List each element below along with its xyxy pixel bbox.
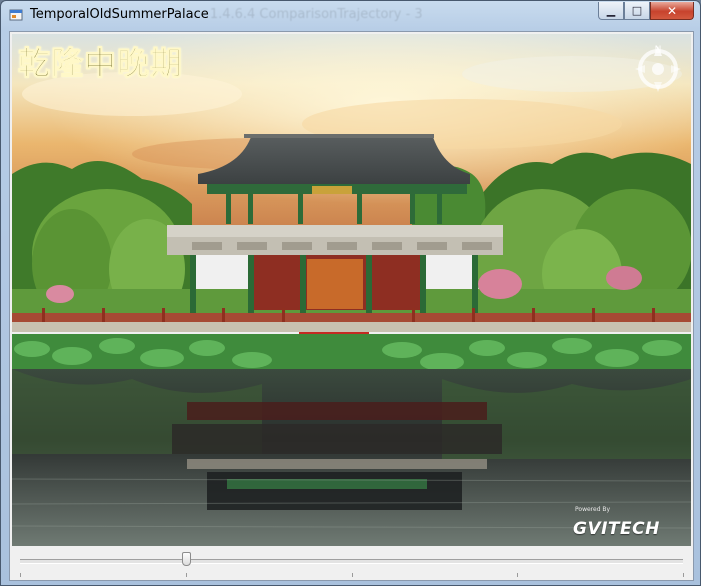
- client-area: 乾隆中晚期 N Powered By GVITECH: [9, 31, 694, 581]
- brand-logo: GVITECH: [573, 519, 660, 539]
- compass-north-label: N: [655, 45, 662, 55]
- window-title: TemporalOldSummerPalace: [30, 7, 209, 22]
- period-title: 乾隆中晚期: [17, 44, 184, 83]
- 3d-viewport[interactable]: 乾隆中晚期 N Powered By GVITECH: [12, 34, 691, 546]
- trackbar-tick: [517, 573, 519, 577]
- trackbar-tick: [20, 573, 21, 577]
- trackbar-thumb[interactable]: [181, 552, 191, 566]
- trackbar-track[interactable]: [20, 559, 683, 564]
- trackbar-tick: [351, 573, 353, 577]
- trackbar-tick: [683, 573, 684, 577]
- title-bar[interactable]: TemporalOldSummerPalace - 1.4.6.4 Compar…: [1, 1, 700, 29]
- timeline-trackbar[interactable]: [10, 546, 693, 580]
- maximize-icon: □: [631, 4, 643, 17]
- powered-by-label: Powered By: [575, 506, 611, 513]
- trackbar-tick: [185, 573, 187, 577]
- compass-icon[interactable]: N: [631, 40, 685, 94]
- app-icon[interactable]: [9, 8, 23, 22]
- window-title-ghost: - 1.4.6.4 ComparisonTrajectory - 3: [201, 7, 423, 22]
- window-controls: ▁ □ ✕: [598, 2, 694, 22]
- scene-render: [12, 34, 691, 546]
- maximize-button[interactable]: □: [624, 2, 650, 20]
- close-icon: ✕: [666, 3, 678, 18]
- close-button[interactable]: ✕: [650, 2, 694, 20]
- minimize-icon: ▁: [606, 4, 616, 17]
- app-window: TemporalOldSummerPalace - 1.4.6.4 Compar…: [0, 0, 701, 586]
- minimize-button[interactable]: ▁: [598, 2, 624, 20]
